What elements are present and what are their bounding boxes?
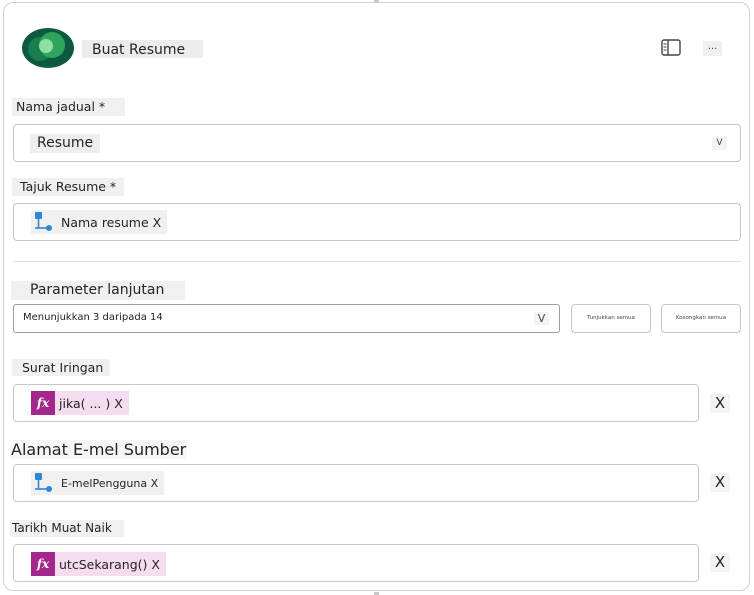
section-divider <box>13 261 741 262</box>
resume-title-field[interactable]: Nama resume X <box>13 203 741 241</box>
dynamic-content-icon <box>35 473 52 492</box>
advanced-parameters-label: Parameter lanjutan <box>11 281 185 300</box>
cover-letter-field[interactable]: fx jika( ... ) X <box>13 384 699 422</box>
resume-name-token-label: Nama resume X <box>61 214 162 230</box>
fx-icon: fx <box>31 391 55 415</box>
dataverse-logo-icon <box>22 28 74 68</box>
remove-cover-letter-button[interactable]: X <box>710 394 730 413</box>
user-email-token-label: E-melPengguna X <box>61 476 159 490</box>
advanced-parameters-value: Menunjukkan 3 daripada 14 <box>23 312 163 323</box>
upload-date-label: Tarikh Muat Naik <box>10 520 124 537</box>
upload-date-token-label: utcSekarang() X <box>59 556 160 572</box>
table-name-value: Resume <box>30 134 101 153</box>
fx-icon: fx <box>31 552 55 576</box>
clear-all-button[interactable]: Kosongkan semua <box>661 304 741 333</box>
upload-date-expression-token[interactable]: fx utcSekarang() X <box>31 552 166 576</box>
top-edge-marker <box>374 0 379 3</box>
page-title: Buat Resume <box>82 40 203 58</box>
chevron-down-icon[interactable]: V <box>712 137 727 150</box>
resume-name-token[interactable]: Nama resume X <box>31 210 168 234</box>
dynamic-content-icon <box>35 212 52 231</box>
chevron-down-icon[interactable]: V <box>534 312 549 325</box>
upload-date-field[interactable]: fx utcSekarang() X <box>13 544 699 582</box>
remove-source-email-button[interactable]: X <box>710 473 730 492</box>
table-name-label: Nama jadual * <box>12 98 125 116</box>
cover-letter-label: Surat Iringan <box>12 359 110 376</box>
more-options-button[interactable]: ... <box>703 41 722 56</box>
table-name-dropdown[interactable]: Resume V <box>13 124 741 162</box>
resume-title-label: Tajuk Resume * <box>12 178 124 196</box>
source-email-label: Alamat E-mel Sumber <box>10 440 188 459</box>
cover-letter-token-label: jika( ... ) X <box>59 395 123 411</box>
side-panel-icon[interactable] <box>660 38 682 58</box>
cover-letter-expression-token[interactable]: fx jika( ... ) X <box>31 391 129 415</box>
source-email-field[interactable]: E-melPengguna X <box>13 464 699 502</box>
show-all-button[interactable]: Tunjukkan semua <box>571 304 651 333</box>
advanced-parameters-dropdown[interactable]: Menunjukkan 3 daripada 14 V <box>13 304 560 333</box>
remove-upload-date-button[interactable]: X <box>710 553 730 572</box>
user-email-token[interactable]: E-melPengguna X <box>31 471 165 495</box>
